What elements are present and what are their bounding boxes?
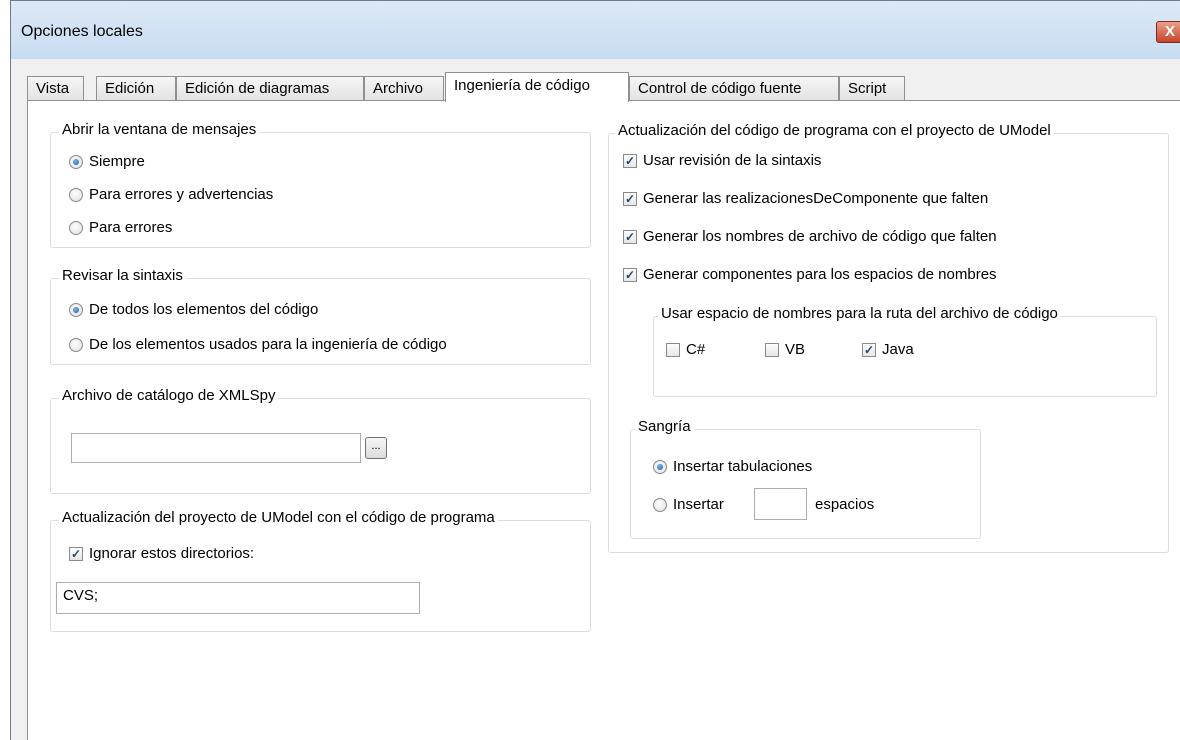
radio-label: De los elementos usados para la ingenier… [89, 336, 447, 353]
syntax-group: Revisar la sintaxis De todos los element… [50, 267, 591, 365]
radio-label: Insertar [673, 496, 724, 513]
spaces-count-input[interactable] [754, 488, 807, 520]
radio-button[interactable] [69, 302, 83, 317]
indent-group-legend: Sangría [635, 418, 694, 435]
checkbox-label: Generar componentes para los espacios de… [643, 266, 997, 283]
radio-button[interactable] [653, 497, 667, 512]
catalog-group: Archivo de catálogo de XMLSpy ... [50, 387, 591, 494]
update-code-group-legend: Actualización del código de programa con… [615, 122, 1054, 139]
checkbox-label: Usar revisión de la sintaxis [643, 152, 822, 169]
checkbox-unchecked[interactable] [666, 342, 680, 357]
title-bar[interactable]: Opciones locales X [11, 1, 1180, 59]
update-model-group-legend: Actualización del proyecto de UModel con… [59, 509, 498, 526]
check-syntax-checkbox[interactable]: ✓ Usar revisión de la sintaxis [623, 152, 821, 169]
spaces-label: espacios [815, 496, 875, 513]
checkbox-checked[interactable]: ✓ [69, 546, 83, 561]
checkbox-checked[interactable]: ✓ [623, 191, 637, 206]
radio-label: Siempre [89, 153, 145, 170]
radio-insert-spaces[interactable]: Insertar [653, 496, 724, 513]
checkbox-checked[interactable]: ✓ [623, 267, 637, 282]
messages-group: Abrir la ventana de mensajes Siempre Par… [50, 121, 591, 248]
catalog-file-input[interactable] [71, 433, 361, 463]
checkbox-label: C# [686, 341, 706, 358]
checkbox-checked[interactable]: ✓ [623, 153, 637, 168]
radio-used-elements[interactable]: De los elementos usados para la ingenier… [69, 336, 447, 353]
lang-vb-checkbox[interactable]: VB [765, 341, 805, 358]
syntax-group-legend: Revisar la sintaxis [59, 267, 186, 284]
update-model-group: Actualización del proyecto de UModel con… [50, 509, 591, 632]
checkbox-checked[interactable]: ✓ [862, 342, 876, 357]
namespace-group-legend: Usar espacio de nombres para la ruta del… [658, 305, 1061, 322]
lang-csharp-checkbox[interactable]: C# [666, 341, 705, 358]
catalog-group-legend: Archivo de catálogo de XMLSpy [59, 387, 279, 404]
window-title: Opciones locales [21, 23, 143, 40]
radio-insert-tabs[interactable]: Insertar tabulaciones [653, 458, 812, 475]
namespace-group: Usar espacio de nombres para la ruta del… [653, 305, 1157, 397]
tab-archivo[interactable]: Archivo [364, 76, 444, 102]
tab-control-codigo-fuente[interactable]: Control de código fuente [629, 76, 839, 102]
radio-errors[interactable]: Para errores [69, 219, 172, 236]
checkbox-checked[interactable]: ✓ [623, 229, 637, 244]
radio-all-elements[interactable]: De todos los elementos del código [69, 301, 318, 318]
tab-edicion[interactable]: Edición [96, 76, 176, 102]
dialog-client: Vista Edición Edición de diagramas Archi… [11, 59, 1180, 740]
radio-always[interactable]: Siempre [69, 153, 145, 170]
update-code-group: Actualización del código de programa con… [608, 122, 1169, 553]
catalog-browse-button[interactable]: ... [365, 437, 387, 459]
ignore-dirs-checkbox[interactable]: ✓ Ignorar estos directorios: [69, 545, 254, 562]
tab-script[interactable]: Script [839, 76, 905, 102]
tab-vista[interactable]: Vista [27, 76, 84, 102]
radio-button[interactable] [69, 154, 83, 169]
radio-button[interactable] [69, 220, 83, 235]
radio-label: Insertar tabulaciones [673, 458, 813, 475]
tab-ingenieria-codigo[interactable]: Ingeniería de código [445, 72, 629, 102]
checkbox-label: Generar las realizacionesDeComponente qu… [643, 190, 989, 207]
ignore-dirs-input[interactable]: CVS; [56, 582, 420, 614]
radio-label: Para errores [89, 219, 173, 236]
generate-realizations-checkbox[interactable]: ✓ Generar las realizacionesDeComponente … [623, 190, 988, 207]
generate-components-checkbox[interactable]: ✓ Generar componentes para los espacios … [623, 266, 997, 283]
radio-button[interactable] [69, 187, 83, 202]
indent-group: Sangría Insertar tabulaciones Insertar e… [630, 418, 981, 539]
messages-group-legend: Abrir la ventana de mensajes [59, 121, 260, 138]
checkbox-label: VB [785, 341, 806, 358]
options-dialog: Opciones locales X Vista Edición Edición… [10, 0, 1180, 740]
radio-button[interactable] [69, 337, 83, 352]
tab-panel: Abrir la ventana de mensajes Siempre Par… [27, 100, 1180, 740]
checkbox-label: Generar los nombres de archivo de código… [643, 228, 997, 245]
checkbox-unchecked[interactable] [765, 342, 779, 357]
radio-errors-warnings[interactable]: Para errores y advertencias [69, 186, 273, 203]
lang-java-checkbox[interactable]: ✓ Java [862, 341, 914, 358]
radio-label: Para errores y advertencias [89, 186, 274, 203]
radio-button[interactable] [653, 459, 667, 474]
tab-edicion-diagramas[interactable]: Edición de diagramas [176, 76, 364, 102]
close-button[interactable]: X [1156, 21, 1180, 43]
radio-label: De todos los elementos del código [89, 301, 319, 318]
checkbox-label: Ignorar estos directorios: [89, 545, 255, 562]
generate-filenames-checkbox[interactable]: ✓ Generar los nombres de archivo de códi… [623, 228, 997, 245]
checkbox-label: Java [882, 341, 914, 358]
